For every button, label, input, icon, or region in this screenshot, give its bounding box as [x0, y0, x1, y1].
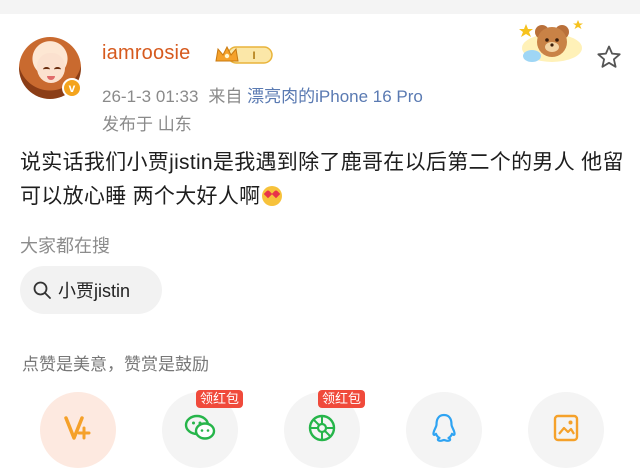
member-crown-icon[interactable]: I [214, 44, 274, 66]
verified-badge-icon: v [62, 78, 82, 98]
qq-share-button[interactable] [406, 392, 482, 468]
reward-button[interactable] [40, 392, 116, 468]
reward-tip: 点赞是美意，赞赏是鼓励 [22, 355, 209, 374]
post-meta: 26-1-3 01:33 来自 漂亮肉的iPhone 16 Pro [102, 82, 423, 107]
search-chip-label: 小贾jistin [58, 281, 131, 301]
source-device-link[interactable]: 漂亮肉的iPhone 16 Pro [247, 87, 423, 106]
teddy-bear-decoration [519, 20, 583, 62]
qq-icon [432, 413, 456, 442]
image-share-icon [553, 414, 579, 442]
source-prefix: 来自 [208, 87, 243, 106]
search-icon [33, 281, 51, 299]
star-icon[interactable] [596, 44, 622, 70]
trending-search-heading: 大家都在搜 [20, 236, 110, 256]
wechat-share-button[interactable]: 领红包 [162, 390, 244, 468]
avatar-eye [54, 67, 61, 72]
reward-v-icon [64, 416, 91, 440]
post-text: 说实话我们小贾jistin是我遇到除了鹿哥在以后第二个的男人 他留可以放心睡 两… [20, 151, 624, 208]
timestamp: 26-1-3 01:33 [102, 87, 199, 106]
post-location: 发布于 山东 [102, 115, 192, 134]
trending-search-chip[interactable]: 小贾jistin [20, 266, 162, 314]
username[interactable]: iamroosie [102, 42, 191, 65]
wechat-icon [184, 414, 216, 440]
image-share-button[interactable] [528, 392, 604, 468]
heart-eyes-emoji [262, 186, 283, 206]
moments-share-button[interactable]: 领红包 [284, 390, 366, 468]
member-level: I [252, 50, 255, 62]
top-bar [0, 0, 640, 14]
avatar-eye [43, 67, 50, 72]
moments-icon [308, 414, 336, 442]
red-packet-tag: 领红包 [318, 390, 366, 408]
red-packet-tag: 领红包 [196, 390, 244, 408]
post-body: 说实话我们小贾jistin是我遇到除了鹿哥在以后第二个的男人 他留可以放心睡 两… [20, 146, 626, 214]
